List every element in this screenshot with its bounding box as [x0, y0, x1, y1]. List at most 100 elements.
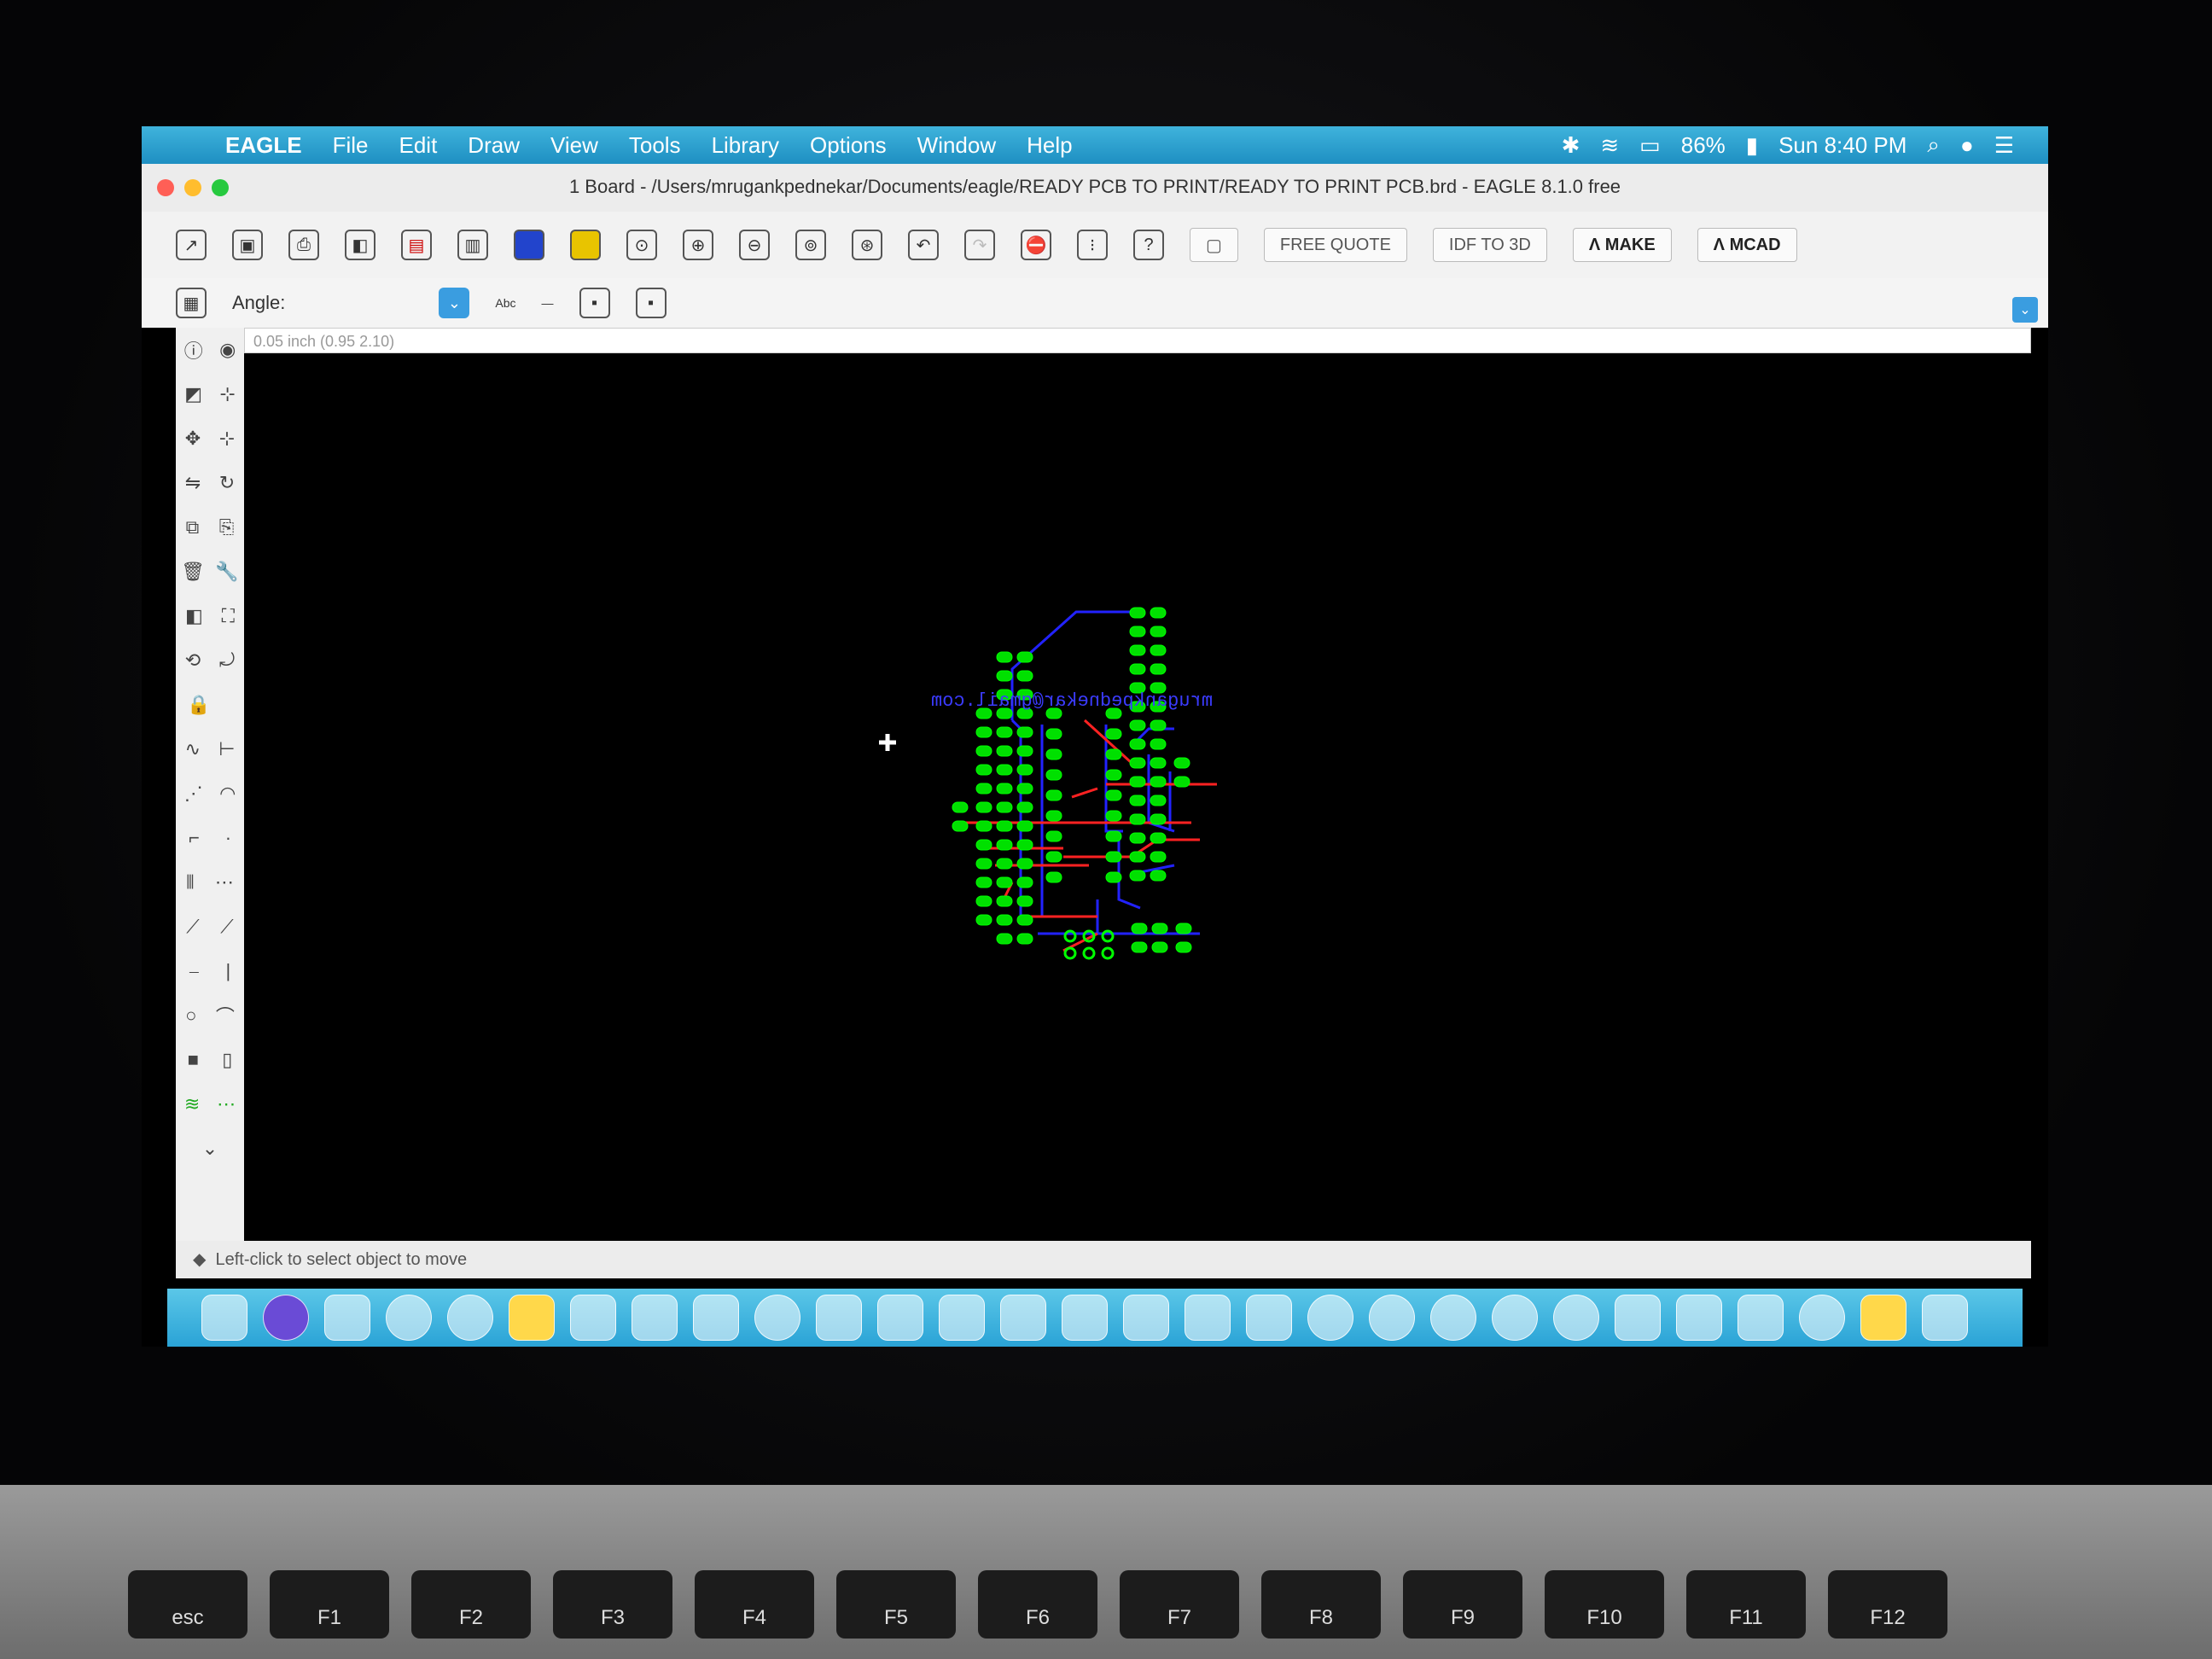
menu-options[interactable]: Options	[810, 132, 887, 159]
open-icon[interactable]: ↗	[176, 230, 207, 260]
f5-key[interactable]: F5	[836, 1570, 956, 1639]
dock-app-icon[interactable]	[1246, 1295, 1292, 1341]
board-canvas[interactable]: mrugankpednekar@gmail.com	[244, 353, 2031, 1241]
battery-icon[interactable]: ▮	[1746, 132, 1758, 159]
command-history-dropdown[interactable]: ⌄	[2012, 297, 2038, 323]
cam-icon[interactable]: ◧	[345, 230, 375, 260]
rect-icon[interactable]: ■	[188, 1049, 199, 1071]
value-icon[interactable]: ⟲	[185, 649, 201, 672]
optimize-icon[interactable]: ⊢	[218, 738, 235, 760]
zoom-redraw-icon[interactable]: ⊚	[795, 230, 826, 260]
f9-key[interactable]: F9	[1403, 1570, 1522, 1639]
ripup-icon[interactable]: ⋯	[215, 871, 234, 894]
menu-tools[interactable]: Tools	[629, 132, 681, 159]
mirror-icon[interactable]: ⇋	[185, 472, 201, 494]
text-style-button[interactable]: Abc	[495, 296, 515, 310]
search-icon[interactable]: ⌕	[1927, 131, 1940, 159]
dock-app-icon[interactable]	[1369, 1295, 1415, 1341]
stop-icon[interactable]: ⛔	[1021, 230, 1051, 260]
dock-siri-icon[interactable]	[263, 1295, 309, 1341]
menu-draw[interactable]: Draw	[468, 132, 520, 159]
group-icon[interactable]: ⊹	[219, 428, 235, 450]
f8-key[interactable]: F8	[1261, 1570, 1381, 1639]
line-icon[interactable]: ⎯	[189, 960, 199, 982]
menu-view[interactable]: View	[550, 132, 598, 159]
layer-icon[interactable]: ◩	[184, 383, 202, 405]
f3-key[interactable]: F3	[553, 1570, 672, 1639]
paste-icon[interactable]: ⎘	[219, 516, 235, 538]
notification-center-icon[interactable]: ☰	[1994, 132, 2014, 159]
meander-icon[interactable]: ⫴	[186, 871, 194, 894]
dock-app-icon[interactable]	[1062, 1295, 1108, 1341]
design-link-button[interactable]: ▢	[1190, 228, 1238, 262]
dock-app-icon[interactable]	[1185, 1295, 1231, 1341]
print-icon[interactable]: ⎙	[288, 230, 319, 260]
f11-key[interactable]: F11	[1686, 1570, 1806, 1639]
siri-icon[interactable]: ●	[1960, 132, 1974, 159]
dock-app-icon[interactable]	[1307, 1295, 1353, 1341]
layout-icon[interactable]: ▪	[579, 288, 610, 318]
arc-draw-icon[interactable]: ⌒	[216, 1002, 235, 1029]
dock-system-preferences-icon[interactable]	[1492, 1295, 1538, 1341]
rotate-icon[interactable]: ↻	[219, 472, 235, 494]
menu-window[interactable]: Window	[917, 132, 996, 159]
dock-app-icon[interactable]	[1676, 1295, 1722, 1341]
ulp-icon[interactable]	[570, 230, 601, 260]
dock-app-store-icon[interactable]	[1430, 1295, 1476, 1341]
coordinate-readout[interactable]: 0.05 inch (0.95 2.10)	[244, 328, 2031, 353]
dock-finder-icon[interactable]	[201, 1295, 247, 1341]
name-icon[interactable]: ⛶	[222, 605, 235, 627]
schematic-icon[interactable]: ▤	[401, 230, 432, 260]
dock-app-icon[interactable]	[570, 1295, 616, 1341]
mcad-button[interactable]: Λ MCAD	[1697, 228, 1797, 262]
pcb-layout[interactable]: mrugankpednekar@gmail.com	[244, 353, 2031, 1241]
dock-app-icon[interactable]	[1123, 1295, 1169, 1341]
make-button[interactable]: Λ MAKE	[1572, 228, 1672, 262]
move-icon[interactable]: ✥	[185, 428, 201, 450]
expand-icon[interactable]: ⌄	[202, 1138, 218, 1160]
angle-dropdown[interactable]: ⌄	[439, 288, 470, 318]
dock-app-icon[interactable]	[939, 1295, 985, 1341]
dock-app-icon[interactable]	[324, 1295, 370, 1341]
go-icon[interactable]: ⁝	[1077, 230, 1108, 260]
redo-icon[interactable]: ↷	[964, 230, 995, 260]
f7-key[interactable]: F7	[1120, 1570, 1239, 1639]
dimension-icon[interactable]: ⟋	[220, 916, 233, 938]
smash-icon[interactable]: ⤾	[219, 649, 235, 672]
dock-app-icon[interactable]	[1615, 1295, 1661, 1341]
menu-file[interactable]: File	[333, 132, 369, 159]
dock-chrome-icon[interactable]	[1799, 1295, 1845, 1341]
polygon-icon[interactable]: |	[225, 960, 230, 982]
menu-app-eagle[interactable]: EAGLE	[225, 132, 302, 159]
layout-alt-icon[interactable]: ▪	[635, 288, 667, 318]
zoom-select-icon[interactable]: ⊛	[852, 230, 882, 260]
help-icon[interactable]: ?	[1133, 230, 1164, 260]
airplay-icon[interactable]: ▭	[1639, 132, 1661, 159]
f2-key[interactable]: F2	[411, 1570, 531, 1639]
circle-icon[interactable]: ○	[185, 1004, 196, 1027]
zoom-in-icon[interactable]: ⊕	[683, 230, 713, 260]
drc-icon[interactable]: ≋	[184, 1093, 200, 1115]
dock-app-icon[interactable]	[693, 1295, 739, 1341]
hole-icon[interactable]: ▯	[222, 1049, 232, 1071]
undo-icon[interactable]: ↶	[908, 230, 939, 260]
dock-app-icon[interactable]	[877, 1295, 923, 1341]
esc-key[interactable]: esc	[128, 1570, 247, 1639]
dock-chrome-icon[interactable]	[1553, 1295, 1599, 1341]
zoom-out-icon[interactable]: ⊖	[739, 230, 770, 260]
show-icon[interactable]: ◉	[219, 339, 236, 361]
f4-key[interactable]: F4	[695, 1570, 814, 1639]
dock-app-icon[interactable]	[1000, 1295, 1046, 1341]
board-icon[interactable]: ▥	[457, 230, 488, 260]
grid-icon[interactable]: ▦	[176, 288, 207, 318]
replace-icon[interactable]: ◧	[185, 605, 203, 627]
menu-library[interactable]: Library	[712, 132, 779, 159]
f1-key[interactable]: F1	[270, 1570, 389, 1639]
wire-icon[interactable]: ⌐	[189, 827, 200, 849]
free-quote-button[interactable]: FREE QUOTE	[1263, 228, 1407, 262]
save-icon[interactable]: ▣	[232, 230, 263, 260]
split-icon[interactable]: ∿	[185, 738, 201, 760]
arc-icon[interactable]: ◠	[219, 783, 236, 805]
text-icon[interactable]: ⟋	[186, 916, 199, 938]
dock-notes-icon[interactable]	[509, 1295, 555, 1341]
